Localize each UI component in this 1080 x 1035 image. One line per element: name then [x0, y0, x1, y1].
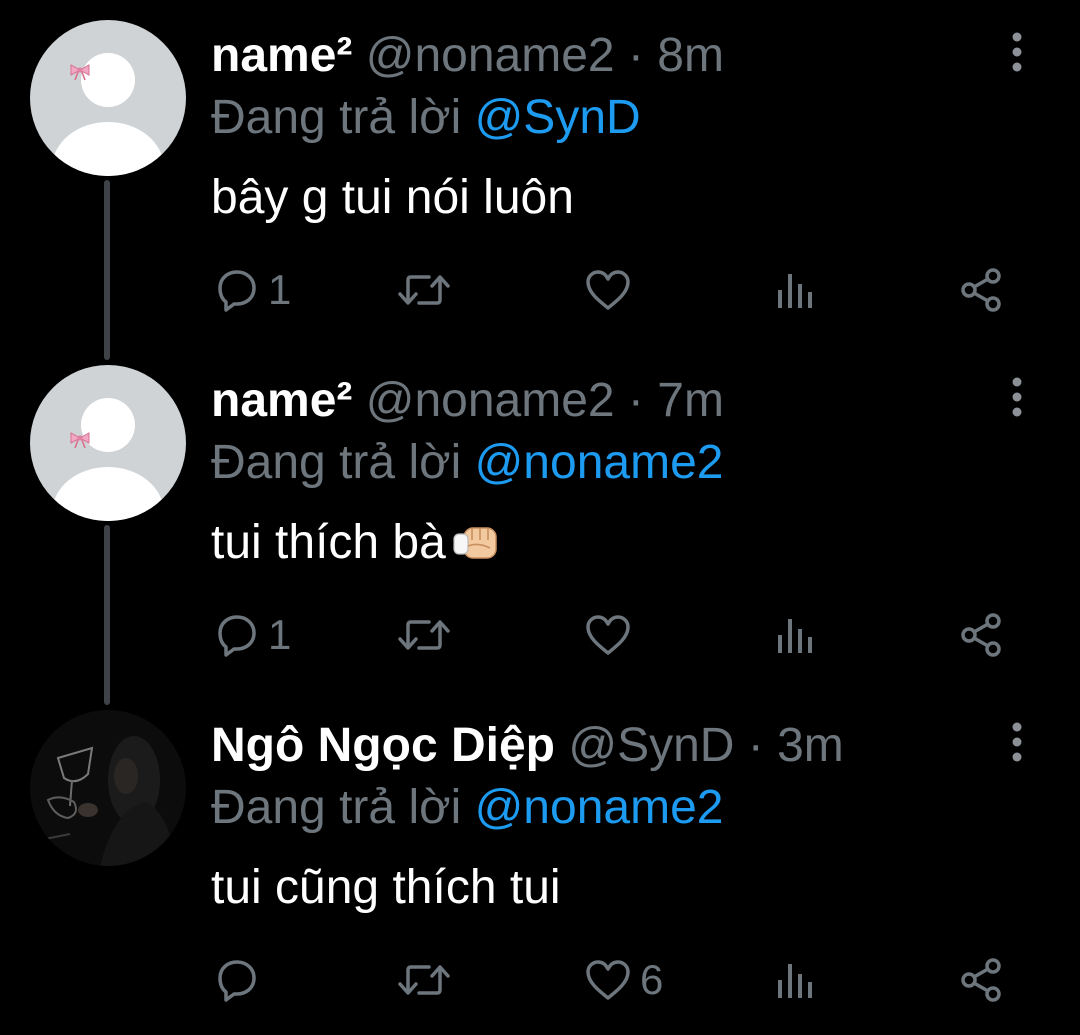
heart-icon: [586, 270, 630, 310]
replying-to: Đang trả lời @SynD: [211, 90, 641, 146]
share-icon: [961, 613, 1001, 657]
like-button[interactable]: [584, 609, 640, 661]
more-vertical-icon[interactable]: [1000, 722, 1034, 762]
tweet[interactable]: name² @noname2 · 7m Đang trả lời @noname…: [0, 345, 1080, 690]
retweet-icon: [398, 965, 450, 995]
avatar[interactable]: [30, 710, 186, 866]
reply-button[interactable]: [212, 954, 268, 1006]
retweet-button[interactable]: [396, 264, 460, 316]
retweet-button[interactable]: [396, 609, 460, 661]
tweet-text: tui thích bà: [211, 513, 500, 573]
display-name[interactable]: name²: [211, 374, 352, 427]
retweet-icon: [398, 620, 450, 650]
retweet-button[interactable]: [396, 954, 460, 1006]
handle-and-time[interactable]: @noname2 · 7m: [352, 374, 724, 427]
tweet-text: tui cũng thích tui: [211, 861, 561, 914]
display-name[interactable]: Ngô Ngọc Diệp: [211, 719, 555, 772]
reply-icon: [218, 615, 256, 657]
tweet-header: Ngô Ngọc Diệp @SynD · 3m: [211, 718, 844, 774]
heart-icon: [586, 615, 630, 655]
reply-target-link[interactable]: @noname2: [475, 781, 724, 834]
tweet-text-content: tui thích bà: [211, 516, 446, 569]
views-icon: [778, 274, 812, 308]
reply-target-link[interactable]: @noname2: [475, 436, 724, 489]
replying-to-label: Đang trả lời: [211, 436, 475, 489]
reply-icon: [218, 270, 256, 312]
views-button[interactable]: [774, 609, 818, 661]
share-icon: [961, 268, 1001, 312]
reply-icon: [218, 960, 256, 1002]
like-button[interactable]: 6: [584, 954, 663, 1006]
default-avatar-with-bow-icon: [30, 365, 186, 521]
share-button[interactable]: [958, 609, 1006, 661]
share-icon: [961, 958, 1001, 1002]
replying-to-label: Đang trả lời: [211, 781, 475, 834]
tweet-header: name² @noname2 · 7m: [211, 373, 724, 429]
more-vertical-icon[interactable]: [1000, 377, 1034, 417]
fist-bump-emoji: [450, 519, 500, 563]
display-name[interactable]: name²: [211, 29, 352, 82]
handle-and-time[interactable]: @noname2 · 8m: [352, 29, 724, 82]
share-button[interactable]: [958, 954, 1006, 1006]
avatar[interactable]: [30, 365, 186, 521]
views-button[interactable]: [774, 954, 818, 1006]
views-icon: [778, 619, 812, 653]
tweet-text: bây g tui nói luôn: [211, 171, 574, 224]
retweet-icon: [398, 275, 450, 305]
replying-to: Đang trả lời @noname2: [211, 435, 723, 491]
default-avatar-with-bow-icon: [30, 20, 186, 176]
reply-button[interactable]: 1: [212, 264, 291, 316]
tweet[interactable]: name² @noname2 · 8m Đang trả lời @SynD b…: [0, 0, 1080, 345]
replying-to: Đang trả lời @noname2: [211, 780, 723, 836]
reply-count: 1: [268, 611, 292, 658]
views-icon: [778, 964, 812, 998]
like-button[interactable]: [584, 264, 640, 316]
heart-icon: [586, 960, 630, 1000]
photo-avatar: [30, 710, 186, 866]
tweet[interactable]: Ngô Ngọc Diệp @SynD · 3m Đang trả lời @n…: [0, 690, 1080, 1035]
avatar[interactable]: [30, 20, 186, 176]
handle-and-time[interactable]: @SynD · 3m: [555, 719, 843, 772]
like-count: 6: [640, 956, 664, 1003]
more-vertical-icon[interactable]: [1000, 32, 1034, 72]
reply-count: 1: [268, 266, 292, 313]
share-button[interactable]: [958, 264, 1006, 316]
replying-to-label: Đang trả lời: [211, 91, 475, 144]
reply-target-link[interactable]: @SynD: [475, 91, 641, 144]
reply-button[interactable]: 1: [212, 609, 291, 661]
tweet-header: name² @noname2 · 8m: [211, 28, 724, 84]
views-button[interactable]: [774, 264, 818, 316]
